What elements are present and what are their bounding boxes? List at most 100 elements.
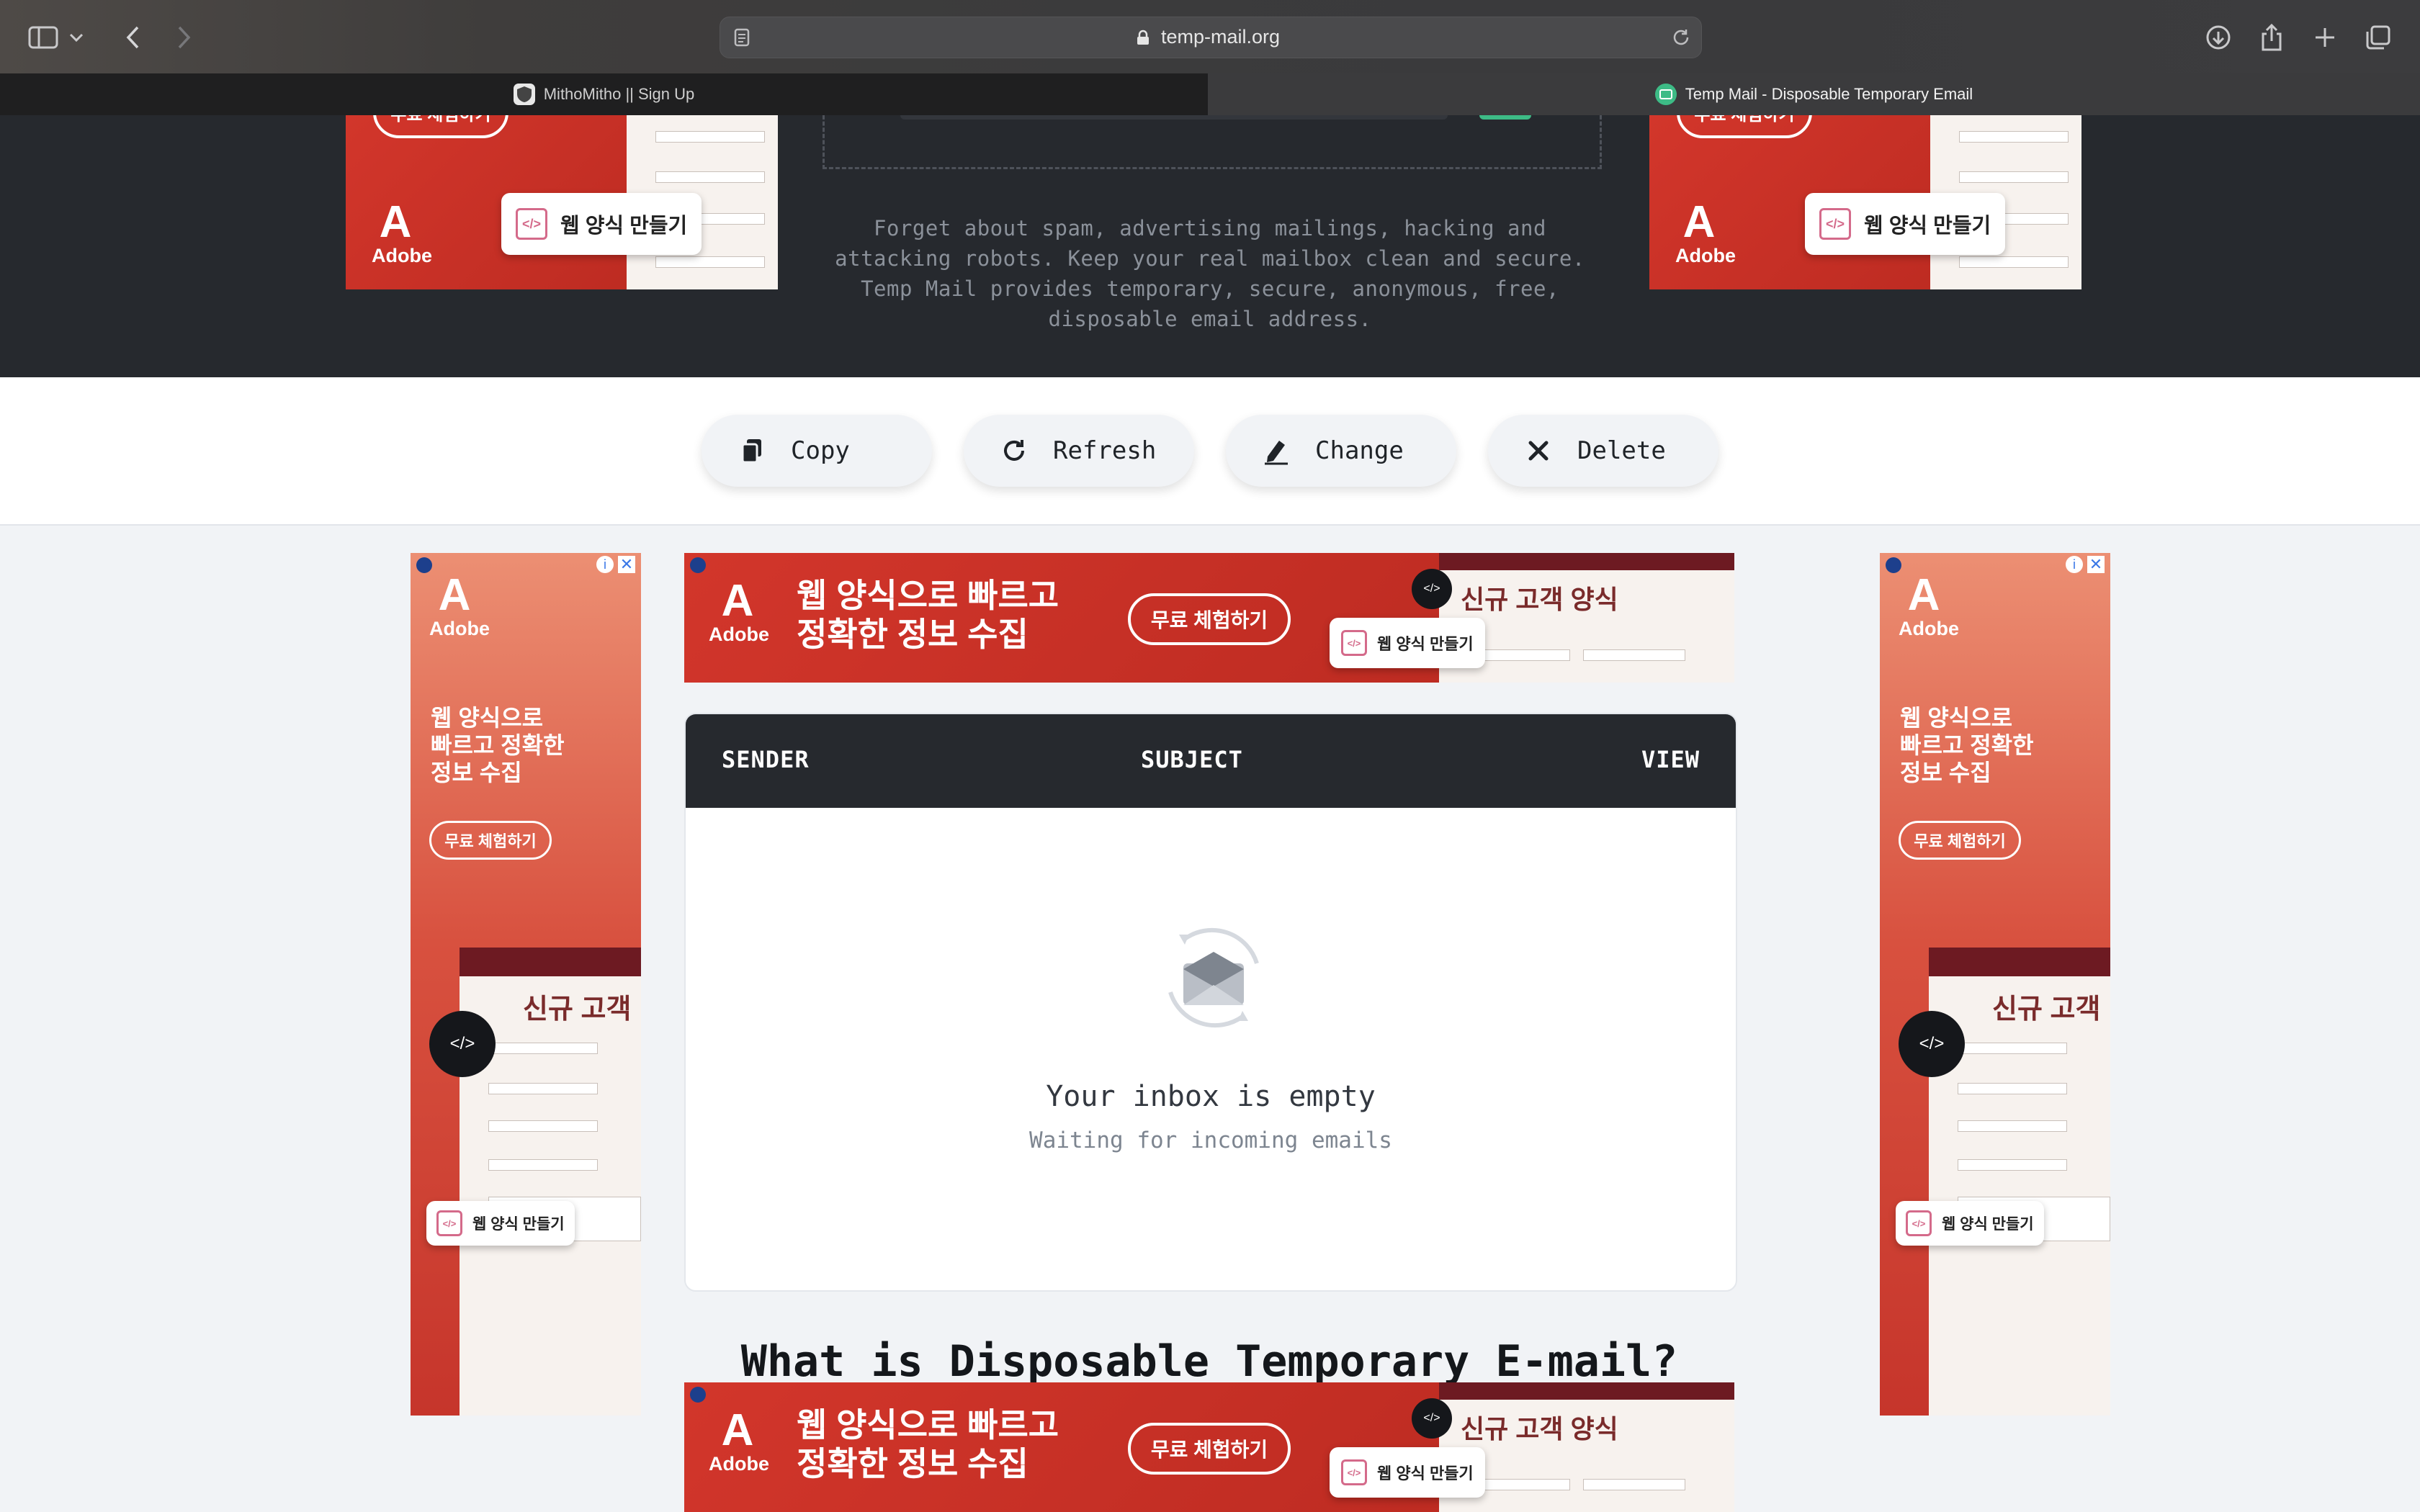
ad-customer-label: 신규 고객 양식 (1461, 1414, 1618, 1444)
ad-headline: 웹 양식으로 빠르고 정확한 정보 수집 (431, 704, 565, 786)
ad-headline-line: 정확한 정보 수집 (797, 1445, 1028, 1482)
email-box-tail (900, 115, 1448, 120)
ad-banner-hero-left[interactable]: 무료 체험하기 A Adobe </> 웹 양식 만들기 (346, 115, 778, 289)
adobe-brand: Adobe (1675, 245, 1736, 266)
form-line (655, 171, 765, 183)
adobe-logo: A Adobe (709, 1405, 769, 1475)
ad-web-form-pill[interactable]: </> 웹 양식 만들기 (426, 1201, 575, 1246)
form-line (1959, 256, 2069, 268)
code-icon: </> (436, 1210, 462, 1236)
code-circle-icon: </> (1899, 1011, 1965, 1077)
ad-skyscraper-left[interactable]: i ✕ A Adobe 웹 양식으로 빠르고 정확한 정보 수집 무료 체험하기… (411, 553, 641, 1416)
ad-leaderboard-bottom[interactable]: i ✕ A Adobe 웹 양식으로 빠르고 정확한 정보 수집 무료 체험하기… (684, 1382, 1734, 1512)
ad-headline-line: 웹 양식으로 (1900, 705, 2013, 731)
form-line (1958, 1159, 2067, 1171)
ad-pill-label: 웹 양식 만들기 (1377, 1464, 1474, 1482)
back-icon[interactable] (115, 20, 150, 55)
empty-inbox-title: Your inbox is empty (1046, 1080, 1376, 1113)
ad-web-form-pill[interactable]: </> 웹 양식 만들기 (1896, 1201, 2044, 1246)
tab-label: Temp Mail - Disposable Temporary Email (1685, 85, 1973, 103)
lock-icon (1137, 30, 1150, 45)
tab-mithomitho[interactable]: MithoMitho || Sign Up (0, 73, 1208, 116)
ad-info-icon[interactable]: i (2066, 556, 2083, 573)
ad-close-icon[interactable]: ✕ (618, 556, 635, 573)
tab-temp-mail[interactable]: Temp Mail - Disposable Temporary Email (1208, 73, 2420, 115)
ad-info-icon[interactable]: i (596, 556, 614, 573)
code-icon: </> (1819, 208, 1851, 240)
url-text: temp-mail.org (1161, 26, 1281, 48)
change-button[interactable]: Change (1226, 415, 1456, 487)
inbox-header: SENDER SUBJECT VIEW (686, 714, 1736, 808)
ad-customer-label: 신규 고객 양식 (1461, 585, 1618, 614)
form-line (1958, 1083, 2067, 1094)
hero-description: Forget about spam, advertising mailings,… (835, 216, 1585, 331)
form-line (1959, 131, 2069, 143)
ad-trial-button[interactable]: 무료 체험하기 (373, 115, 508, 138)
ad-trial-button[interactable]: 무료 체험하기 (429, 821, 552, 860)
ad-trial-button[interactable]: 무료 체험하기 (1899, 821, 2021, 860)
copy-button[interactable]: Copy (702, 415, 932, 487)
ad-close-icon[interactable]: ✕ (2087, 556, 2105, 573)
ad-trial-button[interactable]: 무료 체험하기 (1677, 115, 1812, 138)
ad-pill-label: 웹 양식 만들기 (560, 215, 688, 238)
code-icon: </> (516, 208, 547, 240)
adobe-logo: A Adobe (709, 576, 769, 646)
action-bar: Copy Refresh Change Delete (0, 377, 2420, 526)
ad-leaderboard-top[interactable]: i ✕ A Adobe 웹 양식으로 빠르고 정확한 정보 수집 무료 체험하기… (684, 553, 1734, 683)
sidebar-icon[interactable] (26, 20, 60, 55)
ad-trial-button[interactable]: 무료 체험하기 (1128, 1423, 1291, 1475)
ad-customer-label: 신규 고객 (1992, 994, 2101, 1025)
ad-banner-hero-right[interactable]: 무료 체험하기 A Adobe </> 웹 양식 만들기 (1649, 115, 2081, 289)
address-bar[interactable]: temp-mail.org (720, 17, 1702, 58)
ad-headline-line: 빠르고 정확한 (431, 732, 565, 758)
reader-icon[interactable] (732, 27, 752, 48)
ad-headline-line: 정보 수집 (1900, 760, 1991, 786)
hero-section: 무료 체험하기 A Adobe </> 웹 양식 만들기 Forget abou… (0, 115, 2420, 377)
shield-favicon-icon (513, 84, 535, 105)
copy-label: Copy (791, 436, 850, 465)
ad-shield-icon (1886, 557, 1901, 573)
ad-headline-line: 웹 양식으로 (431, 705, 544, 731)
inbox-table: SENDER SUBJECT VIEW Your inbox is empty … (684, 713, 1737, 1292)
temp-mail-favicon-icon (1654, 84, 1677, 105)
adobe-brand: Adobe (709, 624, 769, 645)
form-line (1583, 1479, 1685, 1490)
adobe-brand: Adobe (1899, 618, 1959, 639)
ad-maroon-header (1929, 948, 2110, 976)
reload-icon[interactable] (1671, 27, 1691, 48)
refresh-button[interactable]: Refresh (964, 415, 1194, 487)
adobe-logo-glyph: A (721, 576, 754, 626)
ad-customer-label: 신규 고객 (523, 994, 632, 1025)
sender-column-header: SENDER (722, 746, 810, 773)
share-icon[interactable] (2254, 20, 2289, 55)
ad-headline-line: 빠르고 정확한 (1900, 732, 2034, 758)
adobe-logo-glyph: A (721, 1405, 754, 1455)
adobe-logo-glyph: A (1907, 570, 1940, 620)
ad-skyscraper-right[interactable]: i ✕ A Adobe 웹 양식으로 빠르고 정확한 정보 수집 무료 체험하기… (1880, 553, 2110, 1416)
tab-label: MithoMitho || Sign Up (543, 85, 695, 103)
ad-web-form-pill[interactable]: </> 웹 양식 만들기 (1330, 618, 1485, 668)
adobe-brand: Adobe (429, 618, 490, 639)
ad-web-form-pill[interactable]: </> 웹 양식 만들기 (1330, 1447, 1485, 1498)
ad-web-form-pill[interactable]: </> 웹 양식 만들기 (501, 193, 702, 255)
ad-headline-line: 정확한 정보 수집 (797, 616, 1028, 653)
ad-web-form-pill[interactable]: </> 웹 양식 만들기 (1805, 193, 2006, 255)
accent-tail (1479, 115, 1531, 120)
refresh-icon (1000, 436, 1028, 465)
delete-label: Delete (1577, 436, 1666, 465)
close-icon (1524, 436, 1553, 465)
ad-maroon-header (460, 948, 641, 976)
form-line (1958, 1120, 2067, 1132)
ad-shield-icon (416, 557, 432, 573)
forward-icon[interactable] (167, 20, 202, 55)
delete-button[interactable]: Delete (1488, 415, 1718, 487)
download-icon[interactable] (2201, 20, 2236, 55)
new-tab-icon[interactable] (2308, 20, 2342, 55)
ad-trial-button[interactable]: 무료 체험하기 (1128, 593, 1291, 645)
ad-maroon-header (1439, 553, 1734, 570)
adobe-logo-glyph: A (379, 197, 412, 247)
chevron-down-icon[interactable] (66, 20, 86, 55)
adobe-brand: Adobe (709, 1453, 769, 1475)
tab-overview-icon[interactable] (2361, 20, 2396, 55)
ad-maroon-header (1439, 1382, 1734, 1400)
